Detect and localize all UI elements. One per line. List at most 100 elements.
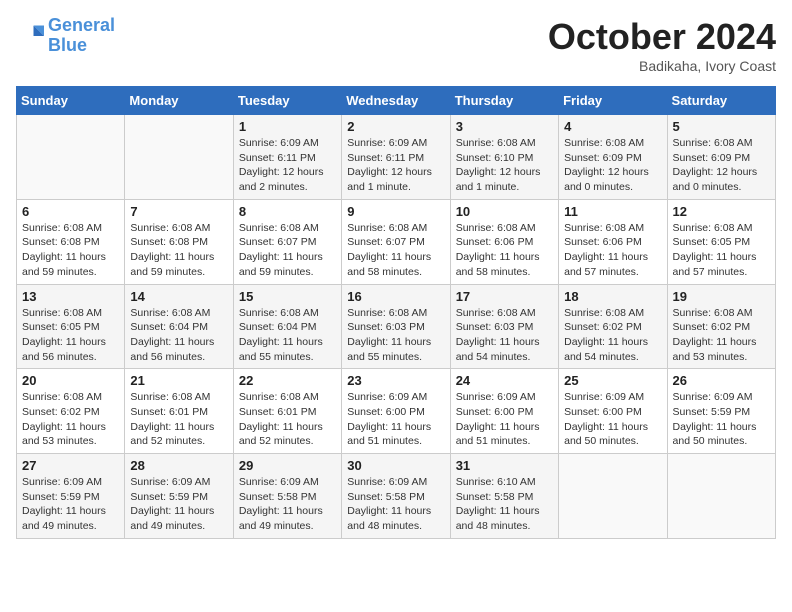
day-detail: Sunrise: 6:08 AM Sunset: 6:02 PM Dayligh… bbox=[22, 390, 119, 449]
day-number: 30 bbox=[347, 458, 444, 473]
day-detail: Sunrise: 6:08 AM Sunset: 6:05 PM Dayligh… bbox=[22, 306, 119, 365]
weekday-header-tuesday: Tuesday bbox=[233, 87, 341, 115]
day-detail: Sunrise: 6:08 AM Sunset: 6:08 PM Dayligh… bbox=[130, 221, 227, 280]
calendar-cell: 22 Sunrise: 6:08 AM Sunset: 6:01 PM Dayli… bbox=[233, 369, 341, 454]
calendar-cell: 29 Sunrise: 6:09 AM Sunset: 5:58 PM Dayli… bbox=[233, 454, 341, 539]
logo-blue: Blue bbox=[48, 35, 87, 55]
calendar-cell: 6 Sunrise: 6:08 AM Sunset: 6:08 PM Daylig… bbox=[17, 199, 125, 284]
day-number: 8 bbox=[239, 204, 336, 219]
day-number: 25 bbox=[564, 373, 661, 388]
weekday-header-thursday: Thursday bbox=[450, 87, 558, 115]
calendar-week-row: 27 Sunrise: 6:09 AM Sunset: 5:59 PM Dayli… bbox=[17, 454, 776, 539]
calendar-cell: 27Sunrise: 6:09 AM Sunset: 5:59 PM Dayli… bbox=[17, 454, 125, 539]
day-number: 7 bbox=[130, 204, 227, 219]
day-detail: Sunrise: 6:10 AM Sunset: 5:58 PM Dayligh… bbox=[456, 475, 553, 534]
day-number: 24 bbox=[456, 373, 553, 388]
calendar-cell: 31 Sunrise: 6:10 AM Sunset: 5:58 PM Dayli… bbox=[450, 454, 558, 539]
logo: General Blue bbox=[16, 16, 115, 56]
calendar-table: SundayMondayTuesdayWednesdayThursdayFrid… bbox=[16, 86, 776, 539]
calendar-cell bbox=[559, 454, 667, 539]
weekday-header-saturday: Saturday bbox=[667, 87, 775, 115]
day-detail: Sunrise: 6:08 AM Sunset: 6:01 PM Dayligh… bbox=[239, 390, 336, 449]
day-detail: Sunrise: 6:08 AM Sunset: 6:06 PM Dayligh… bbox=[456, 221, 553, 280]
month-title: October 2024 bbox=[548, 16, 776, 58]
weekday-header-wednesday: Wednesday bbox=[342, 87, 450, 115]
calendar-cell: 18 Sunrise: 6:08 AM Sunset: 6:02 PM Dayli… bbox=[559, 284, 667, 369]
calendar-cell: 14 Sunrise: 6:08 AM Sunset: 6:04 PM Dayli… bbox=[125, 284, 233, 369]
calendar-cell: 3Sunrise: 6:08 AM Sunset: 6:10 PM Daylig… bbox=[450, 115, 558, 200]
day-detail: Sunrise: 6:08 AM Sunset: 6:04 PM Dayligh… bbox=[130, 306, 227, 365]
day-detail: Sunrise: 6:09 AM Sunset: 6:00 PM Dayligh… bbox=[456, 390, 553, 449]
day-detail: Sunrise: 6:09 AM Sunset: 5:58 PM Dayligh… bbox=[347, 475, 444, 534]
calendar-cell: 30 Sunrise: 6:09 AM Sunset: 5:58 PM Dayli… bbox=[342, 454, 450, 539]
day-number: 6 bbox=[22, 204, 119, 219]
day-detail: Sunrise: 6:08 AM Sunset: 6:09 PM Dayligh… bbox=[673, 136, 770, 195]
day-detail: Sunrise: 6:08 AM Sunset: 6:08 PM Dayligh… bbox=[22, 221, 119, 280]
day-number: 19 bbox=[673, 289, 770, 304]
weekday-header-monday: Monday bbox=[125, 87, 233, 115]
calendar-cell: 15Sunrise: 6:08 AM Sunset: 6:04 PM Dayli… bbox=[233, 284, 341, 369]
day-number: 28 bbox=[130, 458, 227, 473]
day-number: 22 bbox=[239, 373, 336, 388]
day-number: 13 bbox=[22, 289, 119, 304]
day-number: 31 bbox=[456, 458, 553, 473]
day-detail: Sunrise: 6:08 AM Sunset: 6:09 PM Dayligh… bbox=[564, 136, 661, 195]
calendar-cell: 17 Sunrise: 6:08 AM Sunset: 6:03 PM Dayli… bbox=[450, 284, 558, 369]
day-detail: Sunrise: 6:08 AM Sunset: 6:06 PM Dayligh… bbox=[564, 221, 661, 280]
day-number: 3 bbox=[456, 119, 553, 134]
calendar-cell: 5 Sunrise: 6:08 AM Sunset: 6:09 PM Daylig… bbox=[667, 115, 775, 200]
day-detail: Sunrise: 6:09 AM Sunset: 6:11 PM Dayligh… bbox=[239, 136, 336, 195]
day-detail: Sunrise: 6:08 AM Sunset: 6:04 PM Dayligh… bbox=[239, 306, 336, 365]
calendar-header-row: SundayMondayTuesdayWednesdayThursdayFrid… bbox=[17, 87, 776, 115]
calendar-cell: 4 Sunrise: 6:08 AM Sunset: 6:09 PM Daylig… bbox=[559, 115, 667, 200]
day-number: 4 bbox=[564, 119, 661, 134]
day-number: 14 bbox=[130, 289, 227, 304]
day-number: 21 bbox=[130, 373, 227, 388]
day-detail: Sunrise: 6:08 AM Sunset: 6:03 PM Dayligh… bbox=[456, 306, 553, 365]
logo-general: General bbox=[48, 15, 115, 35]
day-detail: Sunrise: 6:08 AM Sunset: 6:05 PM Dayligh… bbox=[673, 221, 770, 280]
day-number: 18 bbox=[564, 289, 661, 304]
day-number: 10 bbox=[456, 204, 553, 219]
calendar-cell: 1 Sunrise: 6:09 AM Sunset: 6:11 PM Daylig… bbox=[233, 115, 341, 200]
calendar-week-row: 6 Sunrise: 6:08 AM Sunset: 6:08 PM Daylig… bbox=[17, 199, 776, 284]
calendar-cell bbox=[17, 115, 125, 200]
title-block: October 2024 Badikaha, Ivory Coast bbox=[548, 16, 776, 74]
day-number: 27 bbox=[22, 458, 119, 473]
location-subtitle: Badikaha, Ivory Coast bbox=[548, 58, 776, 74]
day-detail: Sunrise: 6:09 AM Sunset: 6:11 PM Dayligh… bbox=[347, 136, 444, 195]
calendar-cell: 7 Sunrise: 6:08 AM Sunset: 6:08 PM Daylig… bbox=[125, 199, 233, 284]
logo-icon bbox=[16, 22, 44, 50]
day-detail: Sunrise: 6:09 AM Sunset: 5:59 PM Dayligh… bbox=[130, 475, 227, 534]
day-number: 9 bbox=[347, 204, 444, 219]
calendar-week-row: 1 Sunrise: 6:09 AM Sunset: 6:11 PM Daylig… bbox=[17, 115, 776, 200]
day-detail: Sunrise: 6:08 AM Sunset: 6:01 PM Dayligh… bbox=[130, 390, 227, 449]
day-detail: Sunrise: 6:08 AM Sunset: 6:02 PM Dayligh… bbox=[564, 306, 661, 365]
day-number: 5 bbox=[673, 119, 770, 134]
day-number: 23 bbox=[347, 373, 444, 388]
day-detail: Sunrise: 6:08 AM Sunset: 6:02 PM Dayligh… bbox=[673, 306, 770, 365]
day-number: 2 bbox=[347, 119, 444, 134]
calendar-cell: 26Sunrise: 6:09 AM Sunset: 5:59 PM Dayli… bbox=[667, 369, 775, 454]
day-number: 17 bbox=[456, 289, 553, 304]
day-detail: Sunrise: 6:08 AM Sunset: 6:03 PM Dayligh… bbox=[347, 306, 444, 365]
calendar-cell: 12 Sunrise: 6:08 AM Sunset: 6:05 PM Dayli… bbox=[667, 199, 775, 284]
calendar-cell: 9 Sunrise: 6:08 AM Sunset: 6:07 PM Daylig… bbox=[342, 199, 450, 284]
calendar-cell: 16 Sunrise: 6:08 AM Sunset: 6:03 PM Dayli… bbox=[342, 284, 450, 369]
day-number: 29 bbox=[239, 458, 336, 473]
calendar-cell: 21 Sunrise: 6:08 AM Sunset: 6:01 PM Dayli… bbox=[125, 369, 233, 454]
calendar-cell: 10 Sunrise: 6:08 AM Sunset: 6:06 PM Dayli… bbox=[450, 199, 558, 284]
calendar-cell: 20Sunrise: 6:08 AM Sunset: 6:02 PM Dayli… bbox=[17, 369, 125, 454]
day-detail: Sunrise: 6:09 AM Sunset: 5:58 PM Dayligh… bbox=[239, 475, 336, 534]
day-detail: Sunrise: 6:08 AM Sunset: 6:07 PM Dayligh… bbox=[347, 221, 444, 280]
day-number: 1 bbox=[239, 119, 336, 134]
day-number: 12 bbox=[673, 204, 770, 219]
calendar-week-row: 20Sunrise: 6:08 AM Sunset: 6:02 PM Dayli… bbox=[17, 369, 776, 454]
page-header: General Blue October 2024 Badikaha, Ivor… bbox=[16, 16, 776, 74]
day-number: 16 bbox=[347, 289, 444, 304]
calendar-cell: 25Sunrise: 6:09 AM Sunset: 6:00 PM Dayli… bbox=[559, 369, 667, 454]
calendar-cell bbox=[125, 115, 233, 200]
day-detail: Sunrise: 6:08 AM Sunset: 6:07 PM Dayligh… bbox=[239, 221, 336, 280]
calendar-cell: 11Sunrise: 6:08 AM Sunset: 6:06 PM Dayli… bbox=[559, 199, 667, 284]
weekday-header-friday: Friday bbox=[559, 87, 667, 115]
